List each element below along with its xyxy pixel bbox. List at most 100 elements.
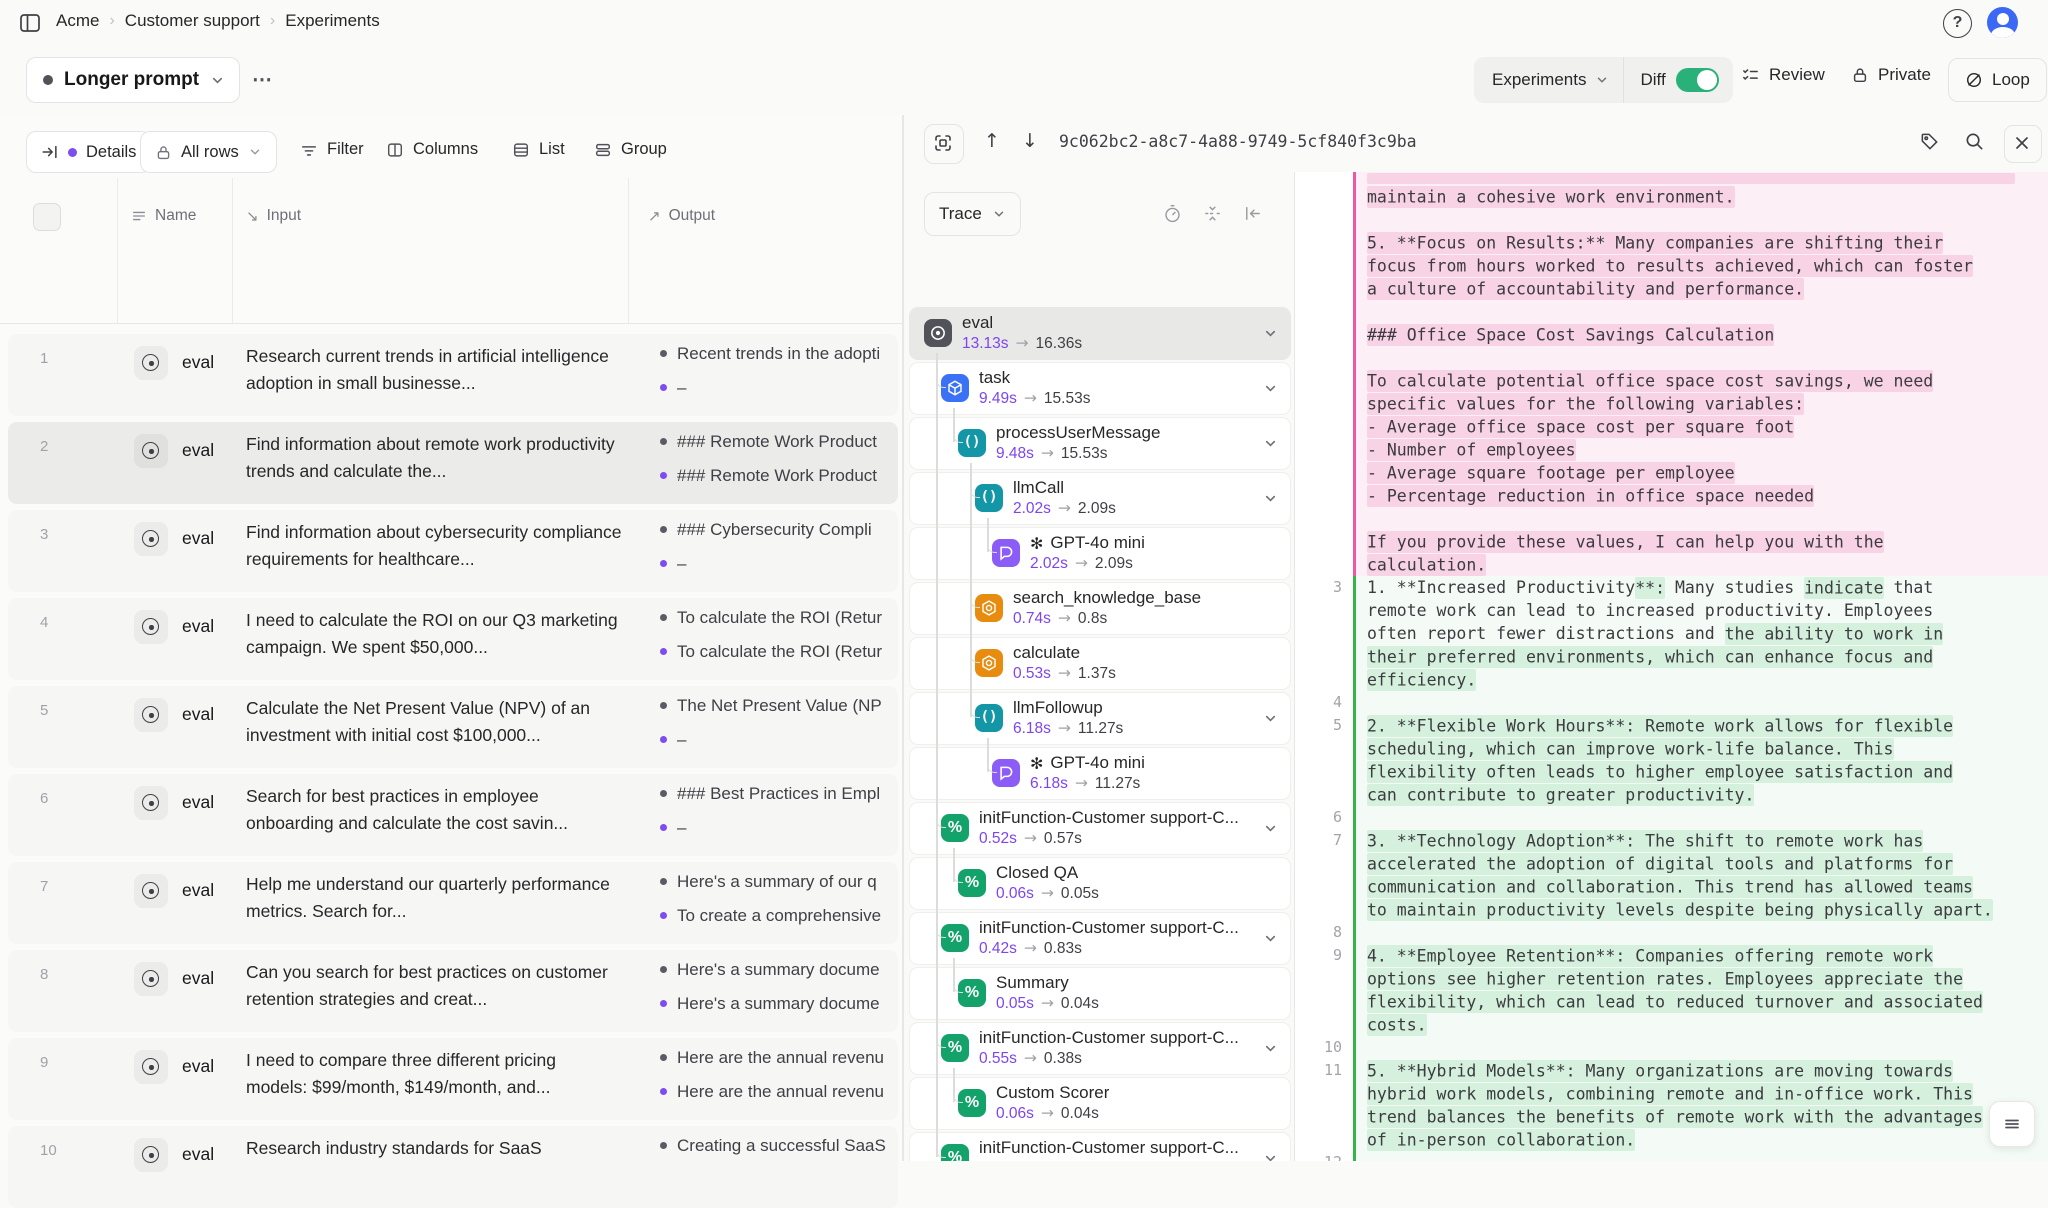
row-input-cell: Calculate the Net Present Value (NPV) of… — [246, 695, 622, 749]
view-dropdown[interactable]: Experiments — [1474, 70, 1623, 90]
expand-fullscreen-button[interactable] — [924, 124, 964, 164]
diff-options-button[interactable] — [1989, 1101, 2035, 1147]
review-button[interactable]: Review — [1741, 65, 1825, 85]
table-row[interactable]: 6evalSearch for best practices in employ… — [8, 774, 898, 856]
chevron-down-icon[interactable] — [1263, 931, 1278, 946]
trace-node-custom-scorer[interactable]: %Custom Scorer0.06s→0.04s — [909, 1077, 1291, 1130]
breadcrumb-section[interactable]: Experiments — [285, 11, 379, 31]
percent-icon: % — [941, 1144, 969, 1161]
column-header-name[interactable]: Name — [131, 207, 196, 225]
diff-line-number — [1295, 553, 1353, 576]
select-all-checkbox[interactable] — [33, 203, 61, 231]
table-row[interactable]: 8evalCan you search for best practices o… — [8, 950, 898, 1032]
group-button[interactable]: Group — [594, 140, 667, 159]
experiment-bar: Longer prompt ⋯ Experiments Diff Review … — [0, 45, 2048, 116]
trace-node-task[interactable]: task9.49s→15.53s — [909, 362, 1291, 415]
trace-node-label: Custom Scorer — [996, 1081, 1109, 1105]
table-row[interactable]: 4evalI need to calculate the ROI on our … — [8, 598, 898, 680]
chevron-down-icon[interactable] — [1263, 821, 1278, 836]
diff-line-number — [1295, 760, 1353, 783]
trace-node-label: initFunction-Customer support-C... — [979, 916, 1239, 940]
eval-target-icon — [134, 874, 168, 908]
trace-node-calculate[interactable]: calculate0.53s→1.37s — [909, 637, 1291, 690]
prev-trace-arrow-icon[interactable]: ↑ — [984, 130, 1000, 152]
chevron-down-icon[interactable] — [1263, 1041, 1278, 1056]
diff-line-number — [1295, 415, 1353, 438]
group-icon — [594, 141, 612, 159]
trace-node-eval[interactable]: eval13.13s→16.36s — [909, 307, 1291, 360]
rows-filter-dropdown[interactable]: All rows — [140, 131, 277, 173]
tag-icon[interactable] — [1919, 131, 1940, 152]
collapse-left-icon[interactable] — [1242, 203, 1263, 224]
breadcrumb-project[interactable]: Customer support — [125, 11, 260, 31]
trace-node-llmfollowup[interactable]: ()llmFollowup6.18s→11.27s — [909, 692, 1291, 745]
diff-toggle[interactable] — [1676, 68, 1719, 92]
chevron-down-icon[interactable] — [1263, 326, 1278, 341]
table-row[interactable]: 3evalFind information about cybersecurit… — [8, 510, 898, 592]
filter-button[interactable]: Filter — [300, 140, 364, 159]
trace-node-closed-qa[interactable]: %Closed QA0.06s→0.05s — [909, 857, 1291, 910]
diff-line-number — [1295, 1128, 1353, 1151]
trace-node-llmcall[interactable]: ()llmCall2.02s→2.09s — [909, 472, 1291, 525]
trace-node-search-knowledge-base[interactable]: search_knowledge_base0.74s→0.8s — [909, 582, 1291, 635]
chevron-down-icon[interactable] — [1263, 1151, 1278, 1161]
table-row[interactable]: 1evalResearch current trends in artifici… — [8, 334, 898, 416]
trace-node-initfunction-customer-support-c-[interactable]: %initFunction-Customer support-C...0.52s… — [909, 802, 1291, 855]
trace-node-durations: 6.18s→11.27s — [1013, 719, 1123, 738]
row-output-line: Here are the annual revenu — [660, 1082, 906, 1106]
sidebar-toggle-icon[interactable] — [18, 11, 42, 35]
row-input-cell: Search for best practices in employee on… — [246, 783, 622, 837]
private-button[interactable]: Private — [1851, 65, 1931, 85]
table-row[interactable]: 5evalCalculate the Net Present Value (NP… — [8, 686, 898, 768]
columns-button[interactable]: Columns — [386, 140, 478, 159]
column-header-input[interactable]: ↘ Input — [246, 207, 301, 225]
table-row[interactable]: 9evalI need to compare three different p… — [8, 1038, 898, 1120]
help-icon[interactable]: ? — [1943, 9, 1972, 38]
timing-stopwatch-icon[interactable] — [1162, 203, 1183, 224]
diff-output-view[interactable]: maintain a cohesive work environment.5. … — [1295, 172, 2048, 1161]
trace-node-initfunction-customer-support-c-[interactable]: %initFunction-Customer support-C...0.55s… — [909, 1022, 1291, 1075]
table-row[interactable]: 7evalHelp me understand our quarterly pe… — [8, 862, 898, 944]
eval-target-icon — [924, 319, 952, 347]
experiment-status-dot — [43, 75, 53, 85]
trace-node-gpt-4o-mini[interactable]: ✻GPT-4o mini2.02s→2.09s — [909, 527, 1291, 580]
chevron-down-icon[interactable] — [1263, 381, 1278, 396]
table-row[interactable]: 2evalFind information about remote work … — [8, 422, 898, 504]
output-dot-gray — [660, 438, 667, 445]
trace-node-processusermessage[interactable]: ()processUserMessage9.48s→15.53s — [909, 417, 1291, 470]
trace-node-gpt-4o-mini[interactable]: ✻GPT-4o mini6.18s→11.27s — [909, 747, 1291, 800]
loop-button[interactable]: Loop — [1948, 58, 2047, 102]
column-header-output[interactable]: ↗ Output — [648, 207, 715, 225]
trace-node-initfunction-customer-support-c-[interactable]: %initFunction-Customer support-C...0.42s… — [909, 912, 1291, 965]
diff-added-line: 1. **Increased Productivity**: Many stud… — [1353, 576, 2048, 599]
diff-added-line: communication and collaboration. This tr… — [1353, 875, 2048, 898]
experiment-selector[interactable]: Longer prompt — [26, 57, 240, 103]
chevron-down-icon[interactable] — [1263, 436, 1278, 451]
trace-node-label: llmFollowup — [1013, 696, 1103, 720]
avatar[interactable] — [1987, 7, 2018, 38]
list-view-button[interactable]: List — [512, 140, 565, 159]
search-icon[interactable] — [1964, 131, 1985, 152]
row-output-line: – — [660, 818, 906, 842]
trace-view-dropdown[interactable]: Trace — [924, 192, 1021, 236]
row-name: eval — [182, 528, 214, 549]
trace-node-durations: 0.06s→0.05s — [996, 884, 1099, 903]
more-menu-button[interactable]: ⋯ — [252, 67, 274, 92]
row-output-line: – — [660, 730, 906, 754]
diff-line-number — [1295, 898, 1353, 921]
output-dot-purple — [660, 824, 667, 831]
chevron-down-icon[interactable] — [1263, 711, 1278, 726]
output-dot-gray — [660, 526, 667, 533]
trace-node-initfunction-customer-support-c-[interactable]: %initFunction-Customer support-C...3.64s… — [909, 1132, 1291, 1161]
tool-hex-icon — [975, 594, 1003, 622]
details-button[interactable]: Details — [26, 131, 151, 173]
collapse-vertical-icon[interactable] — [1202, 203, 1223, 224]
breadcrumb-org[interactable]: Acme — [56, 11, 99, 31]
close-panel-button[interactable] — [2004, 125, 2042, 163]
trace-node-label: search_knowledge_base — [1013, 586, 1201, 610]
table-row[interactable]: 10evalResearch industry standards for Sa… — [8, 1126, 898, 1208]
chevron-down-icon[interactable] — [1263, 491, 1278, 506]
trace-node-summary[interactable]: %Summary0.05s→0.04s — [909, 967, 1291, 1020]
next-trace-arrow-icon[interactable]: ↓ — [1022, 130, 1038, 152]
row-output-line: To calculate the ROI (Retur — [660, 608, 906, 632]
